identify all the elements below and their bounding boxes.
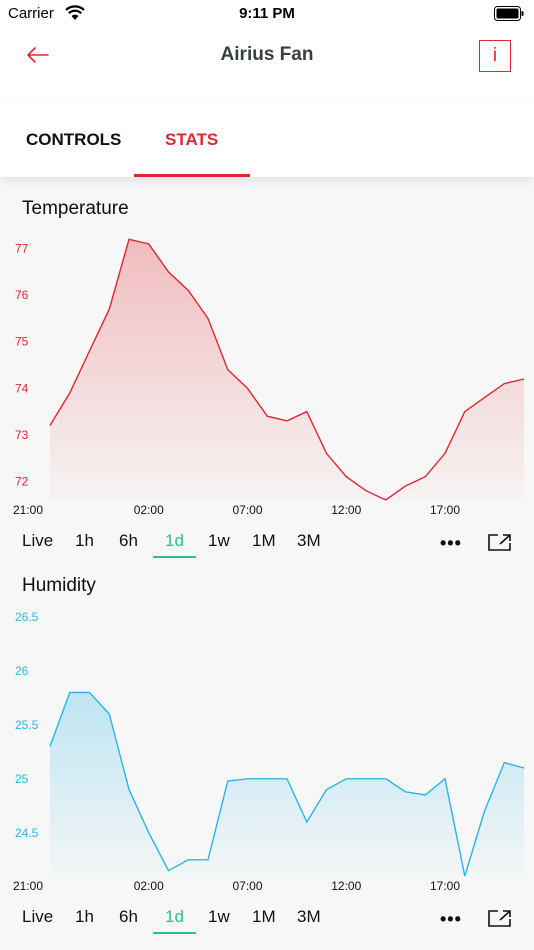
battery-icon (494, 6, 524, 21)
x-tick-label: 17:00 (430, 879, 460, 893)
range-1h[interactable]: 1h (75, 531, 94, 551)
range-1d[interactable]: 1d (165, 907, 184, 927)
x-tick-label: 21:00 (13, 879, 43, 893)
y-tick-label: 25 (15, 772, 29, 786)
humidity-range-selector: Live 1h 6h 1d 1w 1M 3M ••• (0, 907, 534, 937)
range-1w[interactable]: 1w (208, 531, 230, 551)
page-title: Airius Fan (220, 44, 314, 65)
y-tick-label: 73 (15, 428, 29, 442)
status-time: 9:11 PM (239, 5, 295, 22)
y-tick-label: 25.5 (15, 718, 39, 732)
range-1d[interactable]: 1d (165, 531, 184, 551)
tab-stats[interactable]: STATS (165, 130, 218, 150)
share-icon[interactable] (488, 533, 512, 551)
y-tick-label: 72 (15, 474, 29, 488)
y-tick-label: 77 (15, 242, 29, 256)
x-tick-label: 07:00 (232, 503, 262, 517)
range-6h[interactable]: 6h (119, 907, 138, 927)
range-3m[interactable]: 3M (297, 907, 321, 927)
range-6h[interactable]: 6h (119, 531, 138, 551)
range-1h[interactable]: 1h (75, 907, 94, 927)
x-tick-label: 12:00 (331, 879, 361, 893)
y-tick-label: 26.5 (15, 610, 39, 624)
tab-active-indicator (134, 174, 250, 177)
x-tick-label: 02:00 (134, 503, 164, 517)
range-1m[interactable]: 1M (252, 907, 276, 927)
y-tick-label: 24.5 (15, 826, 39, 840)
share-icon[interactable] (488, 909, 512, 927)
y-tick-label: 74 (15, 381, 29, 395)
humidity-chart: 24.5 25 25.5 26 26.5 21:00 02:00 07:00 12:00 17:0… (13, 610, 525, 893)
more-icon[interactable]: ••• (440, 533, 462, 554)
area-fill (50, 239, 524, 501)
area-fill (50, 692, 524, 876)
range-live[interactable]: Live (22, 531, 53, 551)
tab-controls[interactable]: CONTROLS (26, 130, 121, 150)
y-tick-label: 26 (15, 664, 29, 678)
temperature-title: Temperature (22, 198, 129, 219)
x-tick-label: 12:00 (331, 503, 361, 517)
x-tick-label: 21:00 (13, 503, 43, 517)
y-tick-label: 75 (15, 335, 29, 349)
temperature-range-selector: Live 1h 6h 1d 1w 1M 3M ••• (0, 531, 534, 561)
range-1w[interactable]: 1w (208, 907, 230, 927)
temperature-chart: 72 73 74 75 76 77 21:00 02:00 07:00 12:00 17:00 (13, 238, 525, 517)
nav-bar: Airius Fan i (0, 28, 534, 100)
range-selected-indicator (153, 932, 196, 934)
status-bar: Carrier 9:11 PM (0, 0, 534, 28)
range-live[interactable]: Live (22, 907, 53, 927)
x-tick-label: 02:00 (134, 879, 164, 893)
x-tick-label: 17:00 (430, 503, 460, 517)
x-tick-label: 07:00 (232, 879, 262, 893)
more-icon[interactable]: ••• (440, 909, 462, 930)
humidity-title: Humidity (22, 575, 96, 596)
range-3m[interactable]: 3M (297, 531, 321, 551)
range-selected-indicator (153, 556, 196, 558)
range-1m[interactable]: 1M (252, 531, 276, 551)
info-button[interactable]: i (479, 40, 511, 72)
y-tick-label: 76 (15, 288, 29, 302)
tab-bar: CONTROLS STATS (0, 100, 534, 177)
